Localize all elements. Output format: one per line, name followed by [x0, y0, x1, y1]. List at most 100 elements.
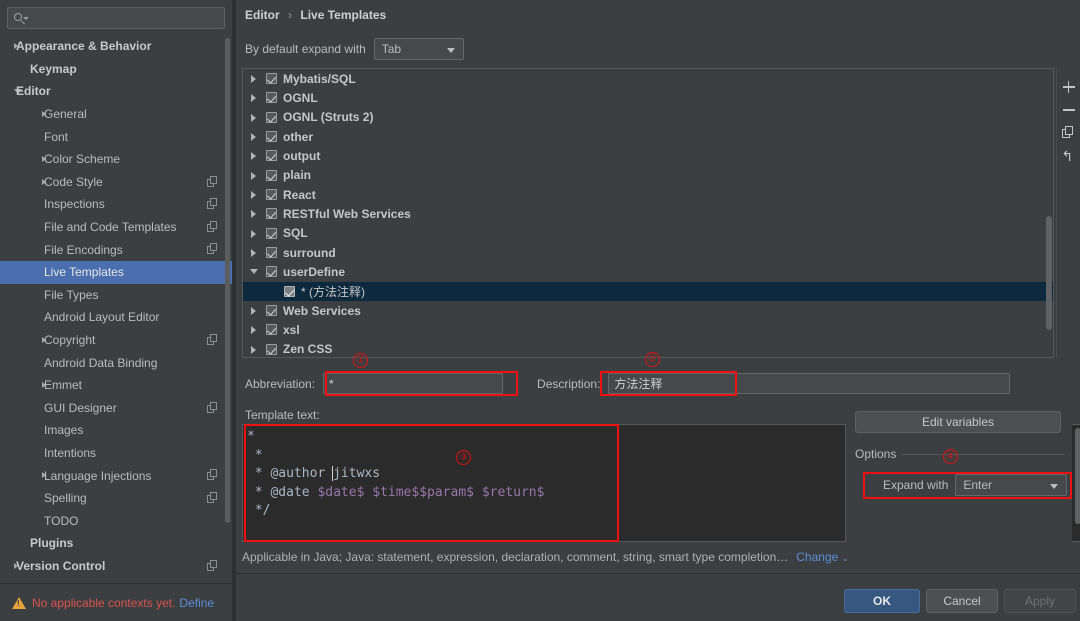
default-expand-select[interactable]: Tab [373, 38, 464, 60]
sidebar-item-file-encodings[interactable]: File Encodings [0, 238, 232, 261]
edit-variables-button[interactable]: Edit variables [855, 411, 1061, 433]
sidebar-item-todo[interactable]: TODO [0, 509, 232, 532]
template-row[interactable]: RESTful Web Services [243, 204, 1053, 223]
cancel-button[interactable]: Cancel [926, 589, 998, 613]
sidebar-item-code-style[interactable]: Code Style [0, 171, 232, 194]
template-enabled-checkbox[interactable] [266, 227, 277, 239]
chevron-right-icon[interactable] [251, 307, 256, 316]
breadcrumb-parent[interactable]: Editor [245, 8, 280, 22]
sidebar-item-copyright[interactable]: Copyright [0, 329, 232, 352]
sidebar-item-intentions[interactable]: Intentions [0, 442, 232, 465]
template-row[interactable]: plain [243, 166, 1053, 185]
template-enabled-checkbox[interactable] [266, 305, 277, 317]
chevron-right-icon[interactable] [251, 152, 256, 161]
template-enabled-checkbox[interactable] [266, 208, 277, 220]
revert-template-button[interactable]: ↰ [1059, 145, 1079, 168]
description-field[interactable] [608, 373, 1011, 394]
remove-template-button[interactable] [1059, 99, 1079, 122]
template-row[interactable]: xsl [243, 320, 1053, 339]
search-input[interactable] [31, 9, 211, 27]
sidebar-item-label: Intentions [44, 445, 97, 460]
template-enabled-checkbox[interactable] [266, 150, 277, 162]
sidebar-scrollbar[interactable] [225, 38, 230, 523]
chevron-right-icon[interactable] [251, 94, 256, 103]
template-enabled-checkbox[interactable] [266, 169, 277, 181]
template-enabled-checkbox[interactable] [266, 131, 277, 143]
sidebar-item-spelling[interactable]: Spelling [0, 487, 232, 510]
template-group-list[interactable]: Mybatis/SQL OGNL OGNL (Struts 2) other outpu… [242, 68, 1054, 358]
sidebar-item-keymap[interactable]: Keymap [0, 58, 232, 81]
template-row[interactable]: OGNL [243, 88, 1053, 107]
settings-scope-icon [207, 401, 218, 413]
sidebar-item-emmet[interactable]: Emmet [0, 374, 232, 397]
template-list-scrollbar[interactable] [1046, 216, 1052, 330]
sidebar-item-label: Appearance & Behavior [16, 39, 152, 54]
template-row[interactable]: other [243, 127, 1053, 146]
chevron-right-icon[interactable] [251, 210, 256, 219]
chevron-down-icon[interactable] [250, 269, 258, 275]
chevron-right-icon[interactable] [251, 229, 256, 238]
sidebar-item-gui-designer[interactable]: GUI Designer [0, 397, 232, 420]
sidebar-item-editor[interactable]: Editor [0, 80, 232, 103]
chevron-right-icon[interactable] [251, 249, 256, 258]
template-row[interactable]: OGNL (Struts 2) [243, 108, 1053, 127]
copy-template-button[interactable] [1059, 122, 1079, 145]
chevron-right-icon[interactable] [251, 133, 256, 142]
sidebar-item-language-injections[interactable]: Language Injections [0, 464, 232, 487]
dialog-footer: OK Cancel Apply [236, 574, 1080, 621]
template-enabled-checkbox[interactable] [266, 73, 277, 84]
sidebar-item-font[interactable]: Font [0, 125, 232, 148]
sidebar-item-label: TODO [44, 513, 79, 528]
template-row-label: RESTful Web Services [283, 207, 411, 222]
sidebar-item-inspections[interactable]: Inspections [0, 193, 232, 216]
chevron-right-icon[interactable] [251, 191, 256, 200]
template-enabled-checkbox[interactable] [266, 189, 277, 201]
template-row[interactable]: output [243, 146, 1053, 165]
template-enabled-checkbox[interactable] [266, 324, 277, 336]
sidebar-item-version-control[interactable]: Version Control [0, 555, 232, 578]
template-row[interactable]: * (方法注释) [243, 281, 1053, 302]
define-context-link[interactable]: Define [179, 596, 214, 610]
template-row[interactable]: userDefine [243, 262, 1053, 281]
sidebar-item-images[interactable]: Images [0, 419, 232, 442]
sidebar-item-file-and-code-templates[interactable]: File and Code Templates [0, 216, 232, 239]
sidebar-item-color-scheme[interactable]: Color Scheme [0, 148, 232, 171]
abbreviation-field[interactable] [323, 373, 504, 394]
sidebar-item-general[interactable]: General [0, 103, 232, 126]
chevron-right-icon[interactable] [251, 75, 256, 83]
template-row[interactable]: Web Services [243, 301, 1053, 320]
template-row[interactable]: SQL [243, 224, 1053, 243]
template-row[interactable]: surround [243, 243, 1053, 262]
chevron-right-icon[interactable] [251, 326, 256, 335]
sidebar-item-android-data-binding[interactable]: Android Data Binding [0, 351, 232, 374]
template-enabled-checkbox[interactable] [266, 343, 277, 355]
sidebar-item-android-layout-editor[interactable]: Android Layout Editor [0, 306, 232, 329]
sidebar-item-appearance-behavior[interactable]: Appearance & Behavior [0, 35, 232, 58]
chevron-right-icon[interactable] [251, 171, 256, 180]
template-enabled-checkbox[interactable] [266, 247, 277, 259]
template-editor-scrollbar[interactable] [1075, 428, 1080, 524]
sidebar-search[interactable] [7, 7, 225, 29]
change-context-link[interactable]: Change ⌄ [796, 550, 849, 564]
template-row-label: userDefine [283, 265, 346, 280]
chevron-right-icon[interactable] [251, 345, 256, 354]
add-template-button[interactable] [1059, 76, 1079, 99]
template-text-editor[interactable]: * * * @author jitwxs * @date $date$ $tim… [242, 424, 846, 542]
sidebar-item-plugins[interactable]: Plugins [0, 532, 232, 555]
ok-button[interactable]: OK [844, 589, 920, 613]
template-row[interactable]: Zen CSS [243, 340, 1053, 357]
plus-icon [1067, 81, 1070, 93]
template-row-label: Zen CSS [283, 342, 333, 357]
sidebar-item-file-types[interactable]: File Types [0, 284, 232, 307]
template-enabled-checkbox[interactable] [266, 266, 277, 278]
apply-button[interactable]: Apply [1004, 589, 1076, 613]
template-row[interactable]: React [243, 185, 1053, 204]
template-enabled-checkbox[interactable] [266, 111, 277, 123]
template-row[interactable]: Mybatis/SQL [243, 69, 1053, 88]
search-icon [14, 12, 29, 25]
sidebar-item-live-templates[interactable]: Live Templates [0, 260, 232, 284]
template-enabled-checkbox[interactable] [266, 92, 277, 104]
chevron-right-icon[interactable] [251, 113, 256, 122]
expand-with-select[interactable]: Enter [955, 474, 1068, 496]
template-enabled-checkbox[interactable] [284, 285, 295, 297]
